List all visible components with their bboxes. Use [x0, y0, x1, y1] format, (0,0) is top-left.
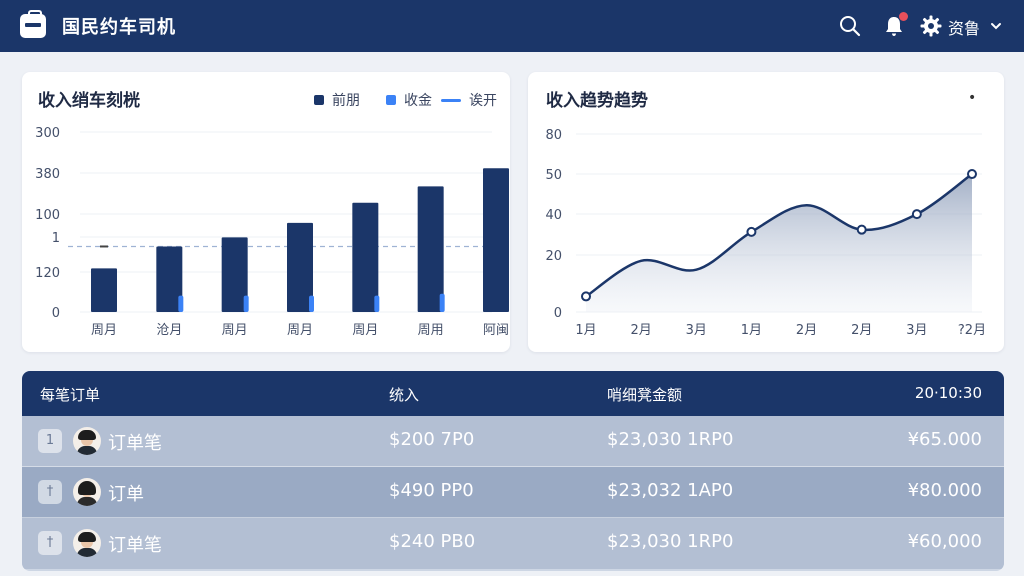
- x-tick-label: 1月: [741, 323, 762, 338]
- bar-secondary: [439, 293, 445, 312]
- income-bar-card: 收入绡车刻桄 前朋 收金 诶开 0 120 1 100 380 300 周月 沧月 周月 周月 周月…: [22, 72, 510, 352]
- table-header: 每笔订单 统入 哨细凳金额 20·10:30: [22, 371, 1004, 416]
- order-detail: $23,030 1RP0: [607, 531, 734, 552]
- order-amount: ¥60,000: [907, 531, 982, 552]
- x-tick-label: 周月: [352, 323, 378, 338]
- data-point: [856, 224, 867, 235]
- user-name[interactable]: 资鲁: [948, 15, 980, 39]
- bar-chart: 0 120 1 100 380 300 周月 沧月 周月 周月 周月 周用 阿闽: [35, 126, 509, 338]
- orders-table: 每笔订单 统入 哨细凳金额 20·10:30 1 订单笔 $200 7P0 $2…: [22, 371, 1004, 571]
- x-tick-label: 2月: [851, 323, 872, 338]
- avatar: [73, 529, 101, 557]
- bar-secondary: [243, 295, 249, 312]
- table-row[interactable]: 1 订单笔 $200 7P0 $23,030 1RP0 ¥65.000: [22, 416, 1004, 467]
- column-header: 哨细凳金额: [607, 386, 683, 404]
- data-point: [581, 291, 591, 302]
- x-tick-label: 阿闽: [483, 323, 509, 338]
- app-title: 国民约车司机: [62, 17, 176, 38]
- y-tick-label: 380: [35, 167, 60, 182]
- area-fill: [586, 174, 972, 312]
- order-name: 订单笔: [108, 433, 162, 454]
- search-icon[interactable]: [838, 14, 862, 38]
- notification-badge: [899, 12, 908, 21]
- bar-secondary: [178, 295, 184, 312]
- income-trend-card: 收入趋势趋势 • 0 20 40 50 80 1月 2月 3月 1月 2月 2月 3月 ?2月: [528, 72, 1004, 352]
- avatar: [73, 478, 101, 506]
- bar-secondary: [309, 295, 314, 312]
- x-tick-label: 沧月: [156, 322, 182, 338]
- row-checkbox[interactable]: †: [38, 480, 62, 504]
- order-income: $240 PB0: [389, 531, 476, 552]
- order-income: $200 7P0: [389, 429, 475, 450]
- x-tick-label: ?2月: [958, 323, 986, 338]
- order-detail: $23,032 1AP0: [607, 480, 734, 501]
- data-point: [967, 169, 977, 180]
- bar-primary: [352, 202, 379, 312]
- order-detail: $23,030 1RP0: [607, 429, 734, 450]
- column-header: 20·10:30: [914, 384, 982, 402]
- table-row[interactable]: † 订单 $490 PP0 $23,032 1AP0 ¥80.000: [22, 467, 1004, 518]
- y-tick-label: 40: [545, 208, 562, 223]
- y-tick-label: 80: [545, 128, 562, 143]
- order-name: 订单: [108, 484, 144, 505]
- avatar: [73, 427, 101, 455]
- y-tick-label: 1: [52, 231, 60, 246]
- column-header: 统入: [389, 386, 420, 404]
- order-amount: ¥65.000: [907, 429, 982, 450]
- x-tick-label: 2月: [631, 323, 652, 338]
- x-tick-label: 周月: [222, 323, 248, 338]
- y-tick-label: 50: [545, 168, 562, 183]
- gear-icon[interactable]: [919, 14, 943, 38]
- bar-primary: [417, 186, 444, 312]
- briefcase-icon: [20, 10, 46, 38]
- y-tick-label: 0: [554, 306, 562, 321]
- table-row[interactable]: † 订单笔 $240 PB0 $23,030 1RP0 ¥60,000: [22, 518, 1004, 569]
- bar-primary: [483, 168, 509, 312]
- y-tick-label: 100: [35, 208, 60, 223]
- top-bar: 国民约车司机 资鲁: [0, 0, 1024, 52]
- row-checkbox[interactable]: 1: [38, 429, 62, 453]
- row-checkbox[interactable]: †: [38, 531, 62, 555]
- chevron-down-icon[interactable]: [990, 20, 1002, 32]
- x-tick-label: 周月: [287, 323, 313, 338]
- order-name: 订单笔: [108, 535, 162, 556]
- y-tick-label: 300: [35, 126, 60, 141]
- data-point: [746, 226, 757, 237]
- x-tick-label: 3月: [686, 323, 707, 338]
- area-chart: 0 20 40 50 80 1月 2月 3月 1月 2月 2月 3月 ?2月: [545, 128, 986, 338]
- data-point: [911, 209, 922, 220]
- x-tick-label: 周用: [418, 323, 444, 338]
- x-tick-label: 1月: [575, 323, 596, 338]
- bar-secondary: [374, 295, 380, 312]
- y-tick-label: 0: [52, 306, 60, 321]
- x-tick-label: 3月: [906, 323, 927, 338]
- x-tick-label: 2月: [796, 323, 817, 338]
- column-header: 每笔订单: [40, 386, 101, 404]
- y-tick-label: 20: [545, 249, 562, 264]
- y-tick-label: 120: [35, 266, 60, 281]
- order-income: $490 PP0: [389, 480, 474, 501]
- x-tick-label: 周月: [91, 323, 117, 338]
- order-amount: ¥80.000: [907, 480, 982, 501]
- bar-primary: [91, 268, 117, 312]
